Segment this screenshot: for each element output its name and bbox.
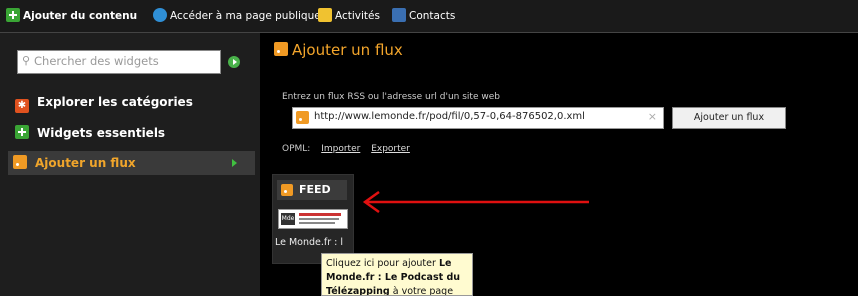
star-icon	[318, 8, 332, 22]
tab-label: Accéder à ma page publique	[170, 10, 321, 22]
page-title-text: Ajouter un flux	[292, 41, 403, 59]
import-link[interactable]: Importer	[321, 144, 360, 154]
sidebar-item-label: Explorer les catégories	[37, 95, 193, 109]
tab-public-page[interactable]: Accéder à ma page publique	[153, 8, 321, 24]
search-placeholder: Chercher des widgets	[34, 54, 159, 68]
add-icon	[15, 125, 29, 139]
thumbnail-logo: Mde	[281, 213, 295, 225]
tab-add-content[interactable]: Ajouter du contenu	[6, 8, 137, 24]
feed-card-label: Le Monde.fr : l	[275, 237, 344, 248]
rss-icon	[281, 184, 293, 196]
rss-icon	[274, 42, 288, 56]
widget-search-input[interactable]: ⚲ Chercher des widgets	[17, 50, 221, 74]
sidebar-item-label: Widgets essentiels	[37, 126, 166, 140]
search-go-button[interactable]	[228, 56, 240, 68]
add-feed-button[interactable]: Ajouter un flux	[672, 107, 786, 129]
tab-label: Contacts	[409, 10, 456, 22]
sidebar-item-add-feed[interactable]: Ajouter un flux	[8, 151, 255, 175]
feed-url-input[interactable]: http://www.lemonde.fr/pod/fil/0,57-0,64-…	[292, 107, 664, 129]
page-title: Ajouter un flux	[274, 41, 403, 59]
export-link[interactable]: Exporter	[371, 144, 410, 154]
contacts-icon	[392, 8, 406, 22]
rss-icon	[13, 155, 27, 169]
add-icon	[6, 8, 20, 22]
clear-icon[interactable]: ×	[648, 110, 657, 123]
sidebar-item-label: Ajouter un flux	[35, 156, 136, 170]
tab-contacts[interactable]: Contacts	[392, 8, 455, 24]
sidebar: ⚲ Chercher des widgets Explorer les caté…	[0, 33, 260, 296]
thumbnail-line	[299, 218, 339, 220]
opml-row: OPML: Importer Exporter	[282, 144, 410, 154]
tooltip-prefix: Cliquez ici pour ajouter	[326, 258, 436, 269]
feed-url-value: http://www.lemonde.fr/pod/fil/0,57-0,64-…	[314, 111, 585, 122]
thumbnail-line	[299, 213, 341, 216]
globe-icon	[153, 8, 167, 22]
feed-thumbnail: Mde	[278, 209, 348, 229]
add-feed-tooltip: Cliquez ici pour ajouter Le Monde.fr : L…	[321, 253, 473, 296]
tab-label: Ajouter du contenu	[23, 10, 138, 22]
thumbnail-line	[299, 222, 335, 224]
tab-label: Activités	[335, 10, 380, 22]
opml-label: OPML:	[282, 144, 311, 154]
feed-badge-label: FEED	[299, 183, 331, 196]
top-toolbar: Ajouter du contenu Accéder à ma page pub…	[0, 0, 858, 33]
feed-widget-card[interactable]: FEED Mde Le Monde.fr : l	[272, 174, 354, 264]
sidebar-item-essential-widgets[interactable]: Widgets essentiels	[10, 121, 165, 145]
tooltip-suffix: à votre page	[392, 286, 454, 296]
sidebar-item-categories[interactable]: Explorer les catégories	[10, 90, 193, 114]
red-arrow-annotation	[362, 191, 589, 213]
chevron-right-icon	[232, 159, 237, 167]
search-icon: ⚲	[22, 54, 31, 67]
tab-activities[interactable]: Activités	[318, 8, 380, 24]
feed-instruction: Entrez un flux RSS ou l'adresse url d'un…	[282, 92, 500, 102]
rss-icon	[296, 111, 309, 124]
categories-icon	[15, 99, 29, 113]
feed-badge: FEED	[277, 180, 347, 200]
